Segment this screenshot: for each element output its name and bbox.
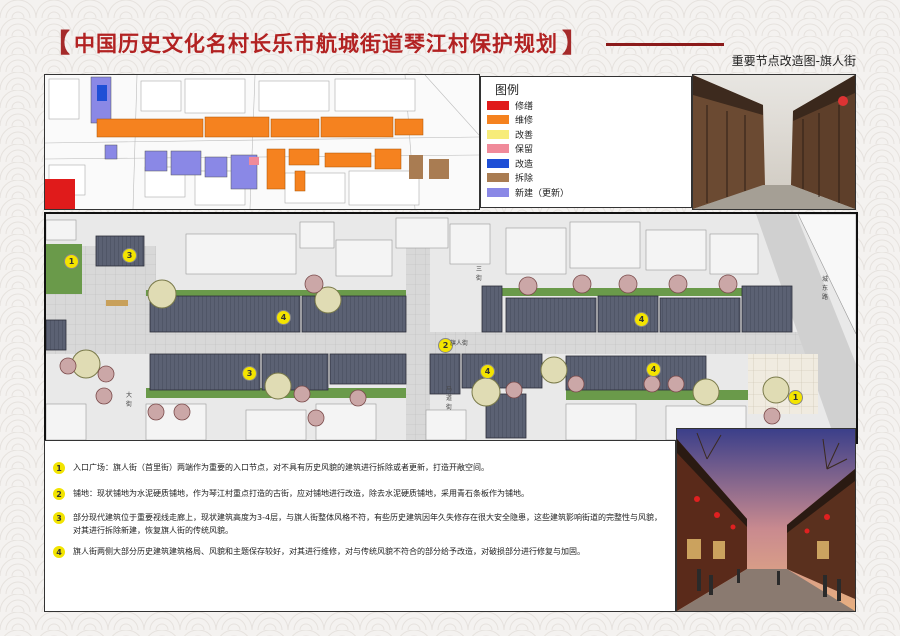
- street-label-4: 大街: [126, 392, 133, 408]
- legend-swatch: [487, 129, 509, 139]
- legend: 图例 修缮维修改善保留改造拆除新建（更新）: [480, 76, 692, 208]
- street-rendering: [676, 428, 856, 612]
- note-text-3: 部分现代建筑位于重要视线走廊上，现状建筑高度为3-4层，与旗人街整体风格不符，有…: [73, 513, 663, 535]
- legend-item: 修缮: [487, 99, 534, 112]
- legend-swatch: [487, 173, 509, 182]
- note-text-2: 铺地：现状铺地为水泥硬质铺地，作为琴江村重点打造的古街，应对铺地进行改造，除去水…: [73, 489, 529, 498]
- legend-label: 改善: [515, 130, 534, 141]
- notes-panel: 1 入口广场：旗人街（首里街）两端作为重要的入口节点，对不具有历史风貌的建筑进行…: [44, 440, 676, 612]
- status-map: [44, 74, 480, 210]
- title-bracket-right: 】: [562, 29, 589, 59]
- street-rendering-drawing: [677, 429, 855, 611]
- note-number-2: 2: [53, 488, 65, 500]
- legend-label: 修缮: [515, 101, 534, 112]
- plan-marker-4-north-east: 4: [634, 312, 649, 327]
- note-2: 2 铺地：现状铺地为水泥硬质铺地，作为琴江村重点打造的古街，应对铺地进行改造，除…: [53, 487, 673, 500]
- note-text-4: 旗人街两侧大部分历史建筑建筑格局、风貌和主题保存较好，对其进行维修，对与传统风貌…: [73, 547, 585, 556]
- plan-marker-3-north: 3: [122, 248, 137, 263]
- status-map-drawing: [45, 75, 479, 209]
- title-bracket-left: 【: [44, 29, 71, 59]
- legend-swatch: [487, 144, 509, 153]
- legend-swatch: [487, 187, 509, 197]
- note-4: 4 旗人街两侧大部分历史建筑建筑格局、风貌和主题保存较好，对其进行维修，对与传统…: [53, 545, 673, 558]
- site-plan: 1 3 4 4 2 3 4 4 1 三街 旗人街 马道街 大街 城东路: [44, 212, 858, 444]
- plan-marker-4-south-east: 4: [646, 362, 661, 377]
- plan-marker-3-south: 3: [242, 366, 257, 381]
- legend-swatch: [487, 100, 509, 110]
- legend-item: 改善: [487, 128, 534, 141]
- street-label-5: 城东路: [822, 276, 829, 301]
- title-bar: 【 中国历史文化名村长乐市航城街道琴江村保护规划 】: [44, 30, 588, 58]
- note-number-4: 4: [53, 546, 65, 558]
- page-title: 中国历史文化名村长乐市航城街道琴江村保护规划: [74, 32, 559, 56]
- street-label-1: 三街: [476, 266, 483, 282]
- street-photo-existing: [692, 74, 856, 210]
- note-1: 1 入口广场：旗人街（首里街）两端作为重要的入口节点，对不具有历史风貌的建筑进行…: [53, 461, 673, 474]
- legend-label: 拆除: [515, 174, 534, 184]
- page-subtitle: 重要节点改造图-旗人街: [731, 54, 856, 68]
- street-label-2: 旗人街: [450, 340, 469, 347]
- legend-label: 保留: [515, 145, 534, 155]
- legend-item: 新建（更新）: [487, 186, 570, 199]
- legend-label: 新建（更新）: [515, 188, 570, 199]
- legend-title: 图例: [495, 83, 520, 97]
- legend-swatch: [487, 158, 509, 168]
- existing-street-photo-drawing: [693, 75, 855, 209]
- legend-label: 改造: [515, 159, 534, 170]
- legend-item: 维修: [487, 114, 533, 126]
- legend-item: 改造: [487, 157, 534, 170]
- legend-label: 维修: [515, 116, 534, 126]
- legend-swatch: [487, 115, 509, 124]
- legend-item: 保留: [487, 143, 533, 155]
- note-3: 3 部分现代建筑位于重要视线走廊上，现状建筑高度为3-4层，与旗人街整体风格不符…: [53, 511, 673, 537]
- plan-marker-1-east: 1: [788, 390, 803, 405]
- legend-item: 拆除: [487, 172, 533, 184]
- page: 【 中国历史文化名村长乐市航城街道琴江村保护规划 】 重要节点改造图-旗人街 图…: [0, 0, 900, 636]
- note-number-3: 3: [53, 512, 65, 524]
- title-underline: [606, 43, 724, 46]
- plan-marker-1-west: 1: [64, 254, 79, 269]
- note-number-1: 1: [53, 462, 65, 474]
- plan-marker-4-north-west: 4: [276, 310, 291, 325]
- note-text-1: 入口广场：旗人街（首里街）两端作为重要的入口节点，对不具有历史风貌的建筑进行拆除…: [73, 463, 489, 472]
- street-label-3: 马道街: [446, 386, 453, 411]
- plan-marker-4-south-west: 4: [480, 364, 495, 379]
